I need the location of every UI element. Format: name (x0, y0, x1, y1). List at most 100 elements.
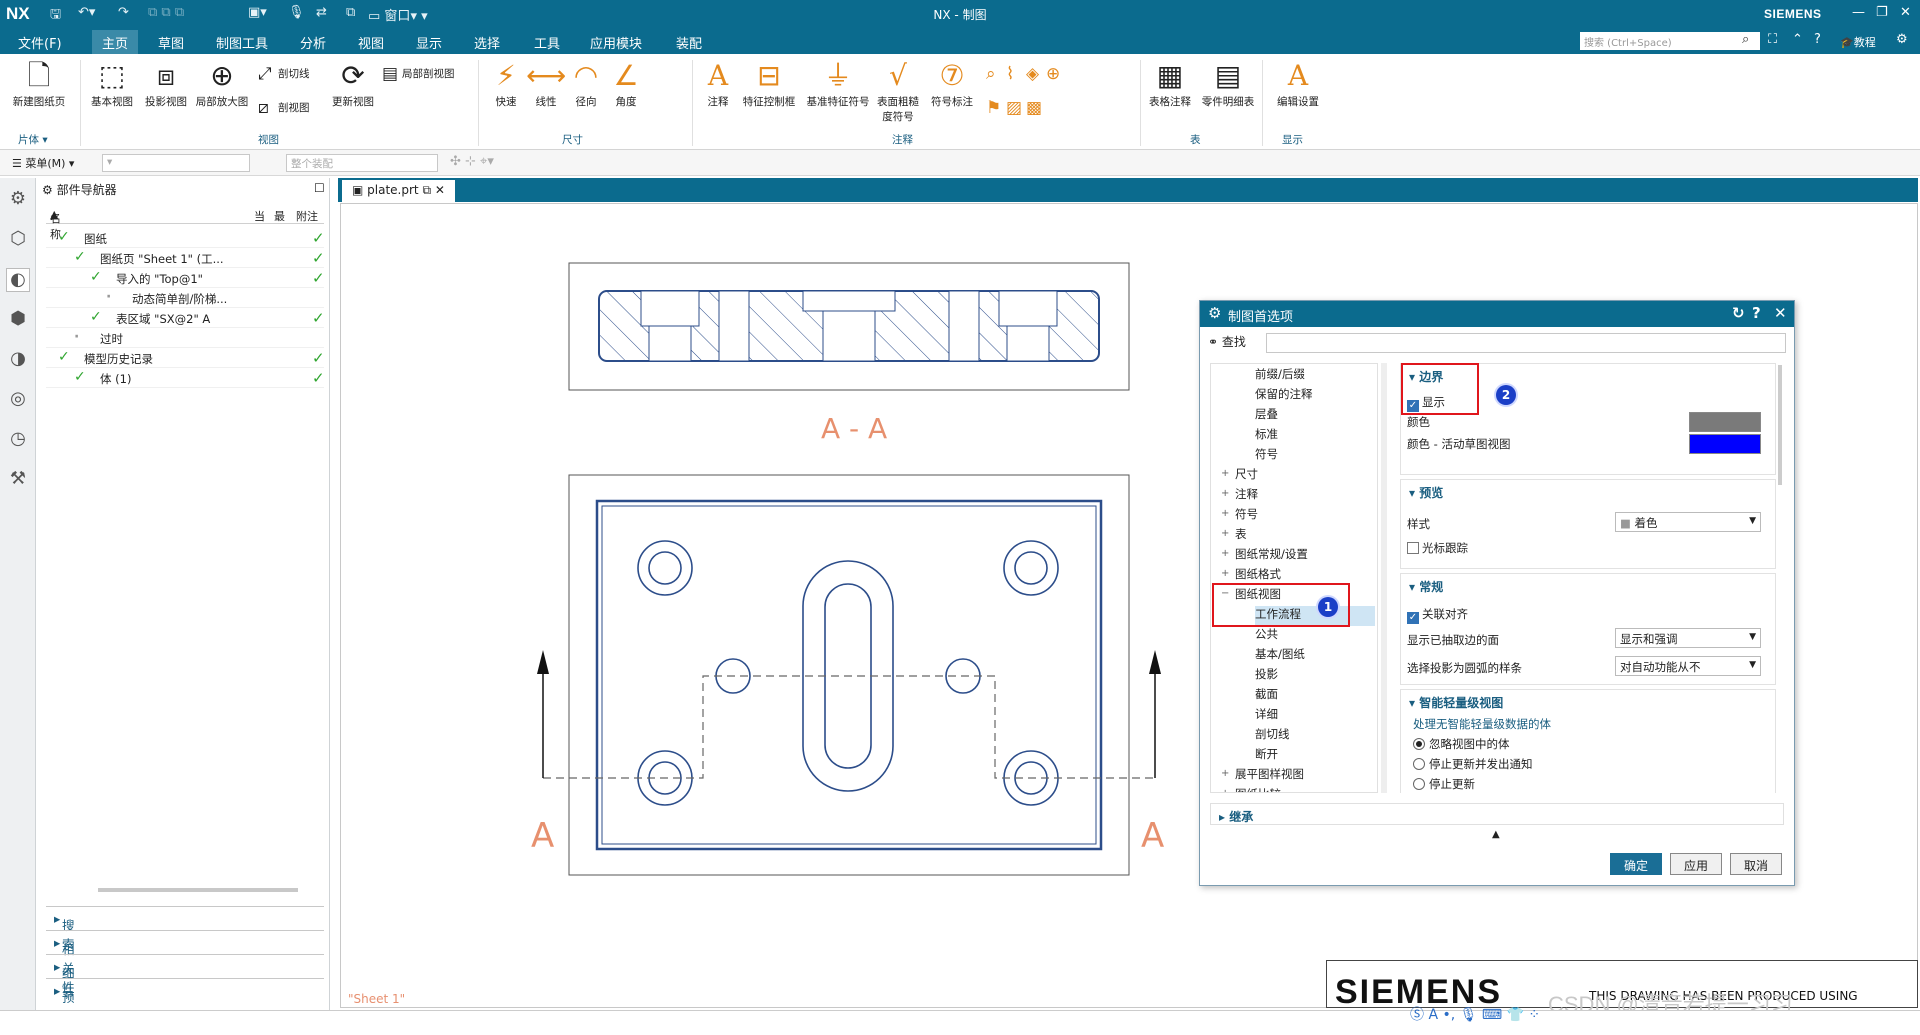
update-view-button[interactable]: ⟳ 更新视图 (326, 58, 380, 109)
fullscreen-icon[interactable]: ⛶ (1768, 32, 1777, 47)
spline-dropdown[interactable]: 对自动功能从不 ▼ (1615, 656, 1761, 676)
expand-icon[interactable]: + (1221, 768, 1229, 779)
reuse-library-icon[interactable]: ◑ (6, 348, 30, 372)
expand-icon[interactable]: + (1221, 548, 1229, 559)
section-view-button[interactable]: ⧄ 剖视图 (258, 98, 310, 118)
reset-icon[interactable]: ↻ (1732, 304, 1745, 322)
edge-dropdown[interactable]: 显示和强调 ▼ (1615, 628, 1761, 648)
preview-section-title[interactable]: ▾ 预览 (1409, 484, 1443, 501)
tree-item[interactable]: + 注释 (1221, 486, 1375, 506)
col-current[interactable]: 当 (254, 208, 265, 224)
radial-dim-button[interactable]: ◠ 径向 (566, 58, 606, 109)
col-name[interactable]: 名称 ▲ (50, 208, 61, 241)
panel-details[interactable]: ▸ 细节 (46, 954, 324, 1000)
note-button[interactable]: A 注释 (698, 58, 738, 109)
settings-icon[interactable]: ⚙ (6, 188, 30, 212)
table-note-button[interactable]: ▦ 表格注释 (1144, 58, 1196, 109)
symbol-note-button[interactable]: ⑦ 符号标注 (922, 58, 982, 109)
tools-icon[interactable]: ⚒ (6, 468, 30, 492)
help-icon[interactable]: ? (1814, 32, 1821, 47)
group-table[interactable]: 表 (1190, 132, 1201, 147)
active-color-swatch[interactable] (1689, 434, 1761, 454)
tutorial-link[interactable]: 🎓教程 (1840, 34, 1876, 50)
menu-applications[interactable]: 应用模块 (590, 33, 642, 52)
section-line-button[interactable]: ⤢ 剖切线 (258, 64, 310, 84)
scope-dropdown[interactable]: 整个装配 (286, 154, 438, 172)
pane-scrollbar[interactable] (1778, 365, 1782, 485)
menu-drafting-tools[interactable]: 制图工具 (216, 33, 268, 52)
tree-item[interactable]: 层叠 (1255, 406, 1375, 426)
expand-icon[interactable]: + (1221, 788, 1229, 792)
selection-tools-icon[interactable]: ✣ ⊹ ⌖▾ (450, 154, 494, 169)
tree-item[interactable]: 截面 (1255, 686, 1375, 706)
panel-preview[interactable]: ▸ 预览 (46, 978, 324, 1024)
annotation-tools-row1[interactable]: ⌕ ⌇ ◈ ⊕ (986, 64, 1066, 84)
tree-scrollbar[interactable] (1381, 363, 1387, 793)
tree-item[interactable]: 基本/图纸 (1255, 646, 1375, 666)
new-sheet-button[interactable]: 🗋 新建图纸页 (6, 58, 72, 109)
table-row[interactable]: 图纸 ✓ ✓ (46, 228, 325, 248)
cancel-button[interactable]: 取消 (1730, 853, 1782, 875)
menu-home[interactable]: 主页 (92, 30, 139, 57)
expand-icon[interactable]: + (1221, 488, 1229, 499)
close-icon[interactable]: ✕ (1900, 5, 1911, 20)
apply-button[interactable]: 应用 (1670, 853, 1722, 875)
projected-view-button[interactable]: ⧈ 投影视图 (140, 58, 192, 109)
tree-item[interactable]: 详细 (1255, 706, 1375, 726)
menu-analysis[interactable]: 分析 (300, 33, 326, 52)
command-search-input[interactable]: 搜索 (Ctrl+Space) (1580, 32, 1760, 50)
linear-dim-button[interactable]: ⟷ 线性 (526, 58, 566, 109)
panel-dependencies[interactable]: ▸ 相关性 (46, 930, 324, 995)
expand-up-icon[interactable]: ▲ (1492, 829, 1500, 840)
tree-item[interactable]: + 展平图样视图 (1221, 766, 1375, 786)
tree-item[interactable]: + 图纸比较 (1221, 786, 1375, 792)
menu-tools[interactable]: 工具 (534, 33, 560, 52)
annotation-tools-row2[interactable]: ⚑ ▨ ▩ (986, 98, 1046, 118)
detail-view-button[interactable]: ⊕ 局部放大图 (194, 58, 250, 109)
expand-icon[interactable]: + (1221, 468, 1229, 479)
expand-icon[interactable]: + (1221, 568, 1229, 579)
ok-button[interactable]: 确定 (1610, 853, 1662, 875)
col-notes[interactable]: 附注 (296, 208, 318, 224)
web-browser-icon[interactable]: ◎ (6, 388, 30, 412)
group-view[interactable]: 视图 (258, 132, 279, 147)
part-navigator-icon[interactable]: ◐ (6, 268, 30, 292)
ime-toolbar[interactable]: Ⓢ A •, 🎙 ⌨ 👕 ⁘ (1410, 1004, 1540, 1024)
minimize-icon[interactable]: — (1852, 5, 1865, 20)
tree-item[interactable]: 前缀/后缀 (1255, 366, 1375, 386)
smart-section-title[interactable]: ▾ 智能轻量级视图 (1409, 694, 1503, 711)
fcf-button[interactable]: ⊟ 特征控制框 (738, 58, 800, 109)
surface-finish-button[interactable]: √ 表面粗糙度符号 (874, 58, 922, 124)
quick-dim-button[interactable]: ⚡ 快速 (486, 58, 526, 109)
col-latest[interactable]: 最 (274, 208, 285, 224)
collapse-ribbon-icon[interactable]: ⌃ (1792, 32, 1803, 47)
table-row[interactable]: 动态简单剖/阶梯... · (46, 288, 324, 308)
break-section-button[interactable]: ▤ 局部剖视图 (382, 64, 455, 84)
table-row[interactable]: 过时 · (46, 328, 324, 348)
tree-item[interactable]: + 表 (1221, 526, 1375, 546)
menu-button[interactable]: ☰ 菜单(M) ▾ (12, 155, 74, 171)
tree-item[interactable]: + 符号 (1221, 506, 1375, 526)
angle-dim-button[interactable]: ∠ 角度 (606, 58, 646, 109)
expand-icon[interactable]: + (1221, 508, 1229, 519)
tree-item[interactable]: 公共 (1255, 626, 1375, 646)
group-annot[interactable]: 注释 (892, 132, 913, 147)
menu-file[interactable]: 文件(F) (18, 33, 62, 52)
table-row[interactable]: 模型历史记录 ✓ ✓ (46, 348, 325, 368)
base-view-button[interactable]: ⬚ 基本视图 (86, 58, 138, 109)
group-sheet[interactable]: 片体 ▾ (18, 132, 48, 147)
restore-icon[interactable]: ❐ (1876, 5, 1888, 20)
help-icon[interactable]: ? (1752, 304, 1761, 322)
tree-item[interactable]: 符号 (1255, 446, 1375, 466)
table-row[interactable]: 图纸页 "Sheet 1" (工... ✓ ✓ (46, 248, 325, 268)
menu-assembly[interactable]: 装配 (676, 33, 702, 52)
search-icon[interactable]: ⌕ (1742, 32, 1749, 47)
edit-settings-button[interactable]: A 编辑设置 (1270, 58, 1326, 109)
history-icon[interactable]: ◷ (6, 428, 30, 452)
menu-display[interactable]: 显示 (416, 33, 442, 52)
table-row[interactable]: 体 (1) ✓ ✓ (46, 368, 325, 388)
expand-icon[interactable]: + (1221, 528, 1229, 539)
settings-icon[interactable]: ⚙ (1896, 32, 1908, 47)
menu-select[interactable]: 选择 (474, 33, 500, 52)
tree-item[interactable]: 剖切线 (1255, 726, 1375, 746)
